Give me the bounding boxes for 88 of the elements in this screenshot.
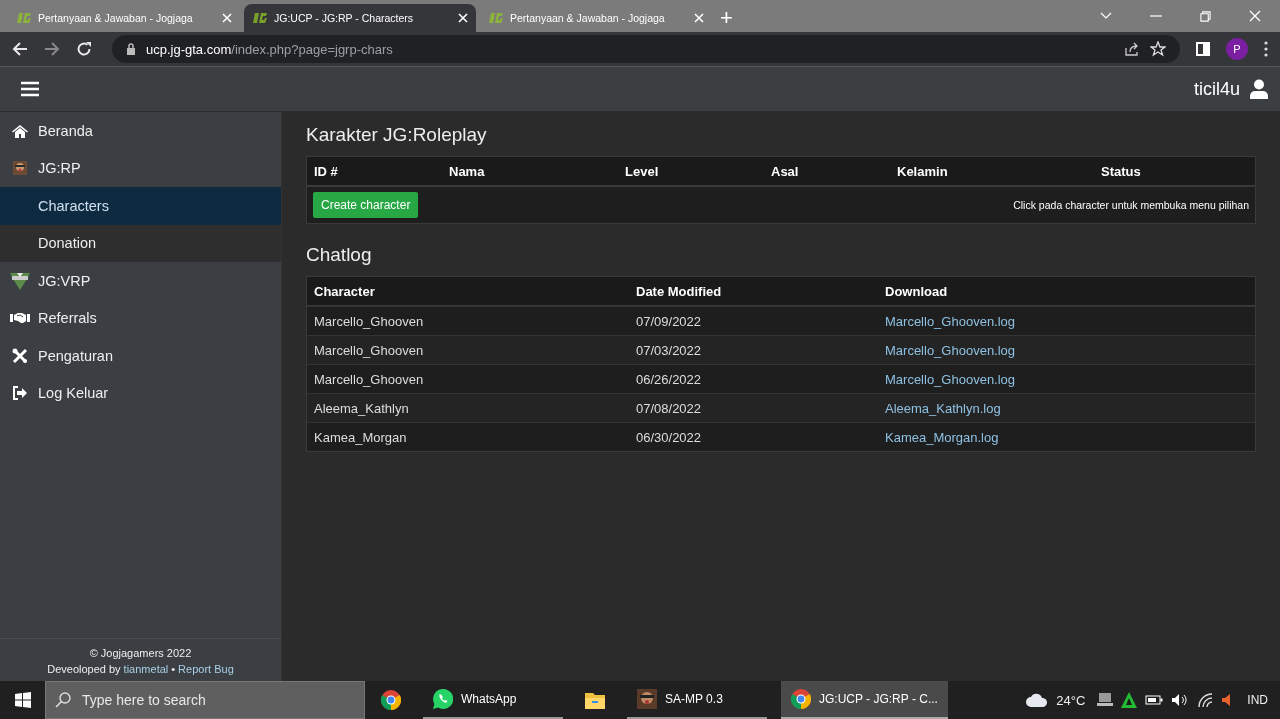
- triangle-logo-icon[interactable]: [1121, 692, 1138, 708]
- taskbar-app[interactable]: SA-MP 0.3: [627, 681, 767, 719]
- more-icon[interactable]: [1264, 41, 1268, 57]
- new-tab-button[interactable]: +: [716, 4, 737, 32]
- share-icon[interactable]: [1124, 41, 1140, 57]
- taskbar-search-field[interactable]: Type here to search: [45, 681, 365, 719]
- cloud-icon: [1026, 693, 1049, 707]
- taskbar-app[interactable]: JG:UCP - JG:RP - C...: [781, 681, 948, 719]
- profile-avatar[interactable]: P: [1226, 38, 1248, 60]
- table-cell-text: 07/08/2022: [636, 400, 703, 416]
- side-panel-icon[interactable]: [1196, 42, 1210, 56]
- column-header: Nama: [449, 163, 486, 179]
- logo-icon: [252, 12, 268, 24]
- section-title: Chatlog: [306, 244, 373, 266]
- chat-bubble-icon: [433, 689, 453, 709]
- copyright-text: © Jogjagamers 2022: [89, 647, 192, 659]
- user-icon[interactable]: [1250, 79, 1268, 99]
- chrome-icon: [381, 690, 401, 710]
- download-link[interactable]: Kamea_Morgan.log: [885, 429, 999, 445]
- sidebar-item[interactable]: JG:VRP: [0, 262, 281, 300]
- sidebar-item[interactable]: Pengaturan: [0, 337, 281, 375]
- table-cell-text: 07/03/2022: [636, 342, 703, 358]
- sidebar-item[interactable]: Referrals: [0, 299, 281, 337]
- logo-icon: [488, 12, 504, 24]
- author-link[interactable]: tianmetal: [123, 663, 169, 675]
- column-header: Date Modified: [636, 283, 723, 299]
- menu-icon[interactable]: [21, 81, 39, 97]
- credit-text: Deveoloped by: [47, 663, 121, 675]
- close-icon[interactable]: [458, 13, 468, 23]
- table-cell-text: Marcello_Ghooven: [314, 371, 425, 387]
- chevron-down-icon[interactable]: [1100, 12, 1112, 20]
- table-cell-text: 06/26/2022: [636, 371, 703, 387]
- speaker-icon[interactable]: [1171, 693, 1190, 707]
- home-icon: [11, 123, 29, 138]
- handshake-icon: [10, 312, 30, 325]
- download-link[interactable]: Marcello_Ghooven.log: [885, 342, 1016, 358]
- game-icon: [13, 161, 27, 176]
- browser-tab[interactable]: Pertanyaan & Jawaban - Jogjaga: [480, 4, 712, 32]
- folder-icon: [585, 691, 605, 709]
- lock-icon: [126, 43, 136, 55]
- logo-icon: [16, 12, 32, 24]
- search-icon: [55, 692, 71, 708]
- browser-tab[interactable]: Pertanyaan & Jawaban - Jogjaga: [8, 4, 240, 32]
- sidebar-item[interactable]: Characters: [0, 187, 281, 225]
- back-icon[interactable]: [12, 41, 28, 57]
- battery-icon[interactable]: [1145, 695, 1164, 705]
- table-cell-text: Kamea_Morgan: [314, 429, 408, 445]
- download-link[interactable]: Marcello_Ghooven.log: [885, 313, 1016, 329]
- chrome-icon: [791, 689, 811, 709]
- language-indicator[interactable]: IND: [1247, 693, 1268, 707]
- logout-icon: [12, 386, 28, 401]
- download-link[interactable]: Aleema_Kathlyn.log: [885, 400, 1001, 416]
- restore-icon[interactable]: [1200, 10, 1211, 22]
- column-header: Character: [314, 283, 376, 299]
- tools-icon: [12, 347, 28, 364]
- column-header: Asal: [771, 163, 800, 179]
- browser-tab[interactable]: JG:UCP - JG:RP - Characters: [244, 4, 476, 32]
- network-drive-icon[interactable]: [1097, 692, 1114, 708]
- column-header: ID #: [314, 163, 339, 179]
- table-cell-text: 06/30/2022: [636, 429, 703, 445]
- separator-dot: •: [171, 663, 176, 675]
- hint-text: Click pada character untuk membuka menu pilihan: [1013, 199, 1249, 211]
- report-bug-link[interactable]: Report Bug: [178, 663, 234, 675]
- forward-icon[interactable]: [44, 41, 60, 57]
- taskbar-app[interactable]: WhatsApp: [423, 681, 563, 719]
- reload-icon[interactable]: [76, 41, 92, 57]
- column-header: Download: [885, 283, 949, 299]
- column-header: Status: [1101, 163, 1142, 179]
- game-icon: [637, 689, 657, 709]
- table-cell-text: 07/09/2022: [636, 313, 703, 329]
- sidebar-item[interactable]: Log Keluar: [0, 374, 281, 412]
- temperature-text[interactable]: 24°C: [1056, 692, 1086, 708]
- windows-start-icon[interactable]: [15, 692, 31, 708]
- column-header: Kelamin: [897, 163, 949, 179]
- sidebar-item[interactable]: Donation: [0, 224, 281, 262]
- star-icon[interactable]: [1150, 41, 1166, 57]
- section-title: Karakter JG:Roleplay: [306, 124, 488, 146]
- sidebar-item[interactable]: Beranda: [0, 112, 281, 150]
- table-cell-text: Marcello_Ghooven: [314, 313, 425, 329]
- username[interactable]: ticil4u: [1193, 78, 1240, 100]
- table-cell-text: Marcello_Ghooven: [314, 342, 425, 358]
- shield-icon: [9, 271, 31, 290]
- download-link[interactable]: Marcello_Ghooven.log: [885, 371, 1016, 387]
- column-header: Level: [625, 163, 660, 179]
- wifi-icon[interactable]: [1197, 692, 1214, 708]
- address-bar[interactable]: ucp.jg-gta.com/index.php?page=jgrp-chars: [112, 35, 1180, 63]
- sidebar-item[interactable]: JG:RP: [0, 149, 281, 187]
- table-cell-text: Aleema_Kathlyn: [314, 400, 410, 416]
